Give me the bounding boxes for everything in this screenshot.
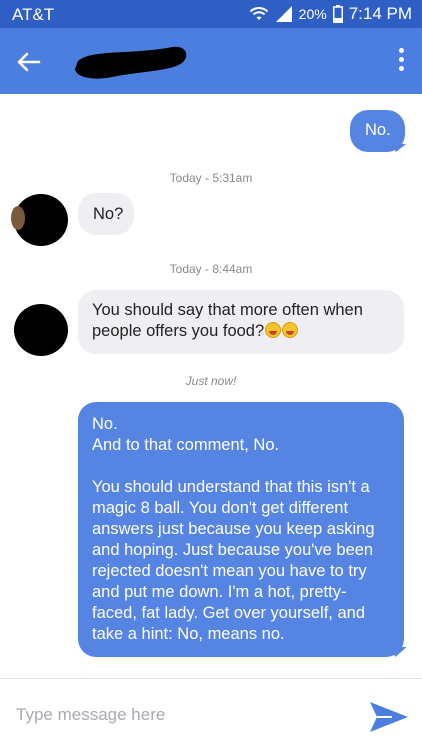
laughing-emoji bbox=[265, 322, 282, 338]
avatar-redacted bbox=[14, 304, 68, 356]
laughing-emoji bbox=[282, 322, 299, 338]
battery-icon bbox=[332, 5, 343, 23]
message-list[interactable]: No. Today - 5:31am No? Today - 8:44am Yo… bbox=[0, 94, 422, 678]
message-text: No. bbox=[365, 121, 391, 139]
conversation-header bbox=[0, 28, 422, 94]
message-timestamp: Just now! bbox=[185, 374, 237, 388]
message-text: rejected doesn't mean you have to try bbox=[92, 562, 367, 580]
status-bar: AT&T 20% 7:14 PM bbox=[0, 0, 422, 28]
battery-percentage: 20% bbox=[298, 6, 327, 22]
send-icon bbox=[370, 702, 408, 732]
clock: 7:14 PM bbox=[348, 4, 412, 23]
message-text: take a hint: No, means no. bbox=[92, 625, 285, 643]
send-button[interactable] bbox=[368, 699, 410, 735]
message-text-line: people offers you food? bbox=[92, 321, 392, 342]
bubble-tail bbox=[392, 144, 410, 152]
message-input[interactable] bbox=[16, 701, 346, 729]
contact-name-redacted bbox=[75, 46, 187, 79]
message-timestamp: Today - 8:44am bbox=[169, 262, 253, 276]
message-text: No? bbox=[93, 205, 124, 223]
incoming-message[interactable]: No? bbox=[78, 193, 134, 235]
message-text: You should understand that this isn't a bbox=[92, 478, 370, 496]
avatar-redacted bbox=[11, 194, 68, 246]
message-timestamp: Today - 5:31am bbox=[169, 171, 253, 185]
message-text: You should say that more often when bbox=[92, 301, 363, 319]
message-text: magic 8 ball. You don't get different bbox=[92, 499, 349, 517]
wifi-icon bbox=[249, 7, 268, 20]
message-text: answers just because you keep asking bbox=[92, 520, 375, 538]
message-composer bbox=[0, 678, 422, 750]
message-text: faced, fat lady. Get over yourself, and bbox=[92, 604, 366, 622]
carrier-label: AT&T bbox=[12, 5, 55, 24]
bubble-tail bbox=[390, 647, 412, 657]
overflow-menu-button[interactable] bbox=[396, 48, 406, 76]
message-text: No. bbox=[92, 415, 118, 433]
message-text: and hoping. Just because you've been bbox=[92, 541, 374, 559]
back-button[interactable] bbox=[14, 47, 44, 77]
message-text: and put me down. I'm a hot, pretty- bbox=[92, 583, 347, 601]
outgoing-message[interactable]: No. And to that comment, No. You should … bbox=[78, 402, 404, 657]
back-arrow-icon bbox=[17, 52, 41, 72]
message-text: people offers you food? bbox=[92, 322, 265, 340]
signal-icon bbox=[275, 6, 292, 22]
status-icons: 20% 7:14 PM bbox=[249, 4, 412, 24]
message-text: And to that comment, No. bbox=[92, 436, 280, 454]
incoming-message[interactable]: You should say that more often when peop… bbox=[78, 290, 404, 354]
overflow-menu-icon bbox=[396, 48, 406, 71]
